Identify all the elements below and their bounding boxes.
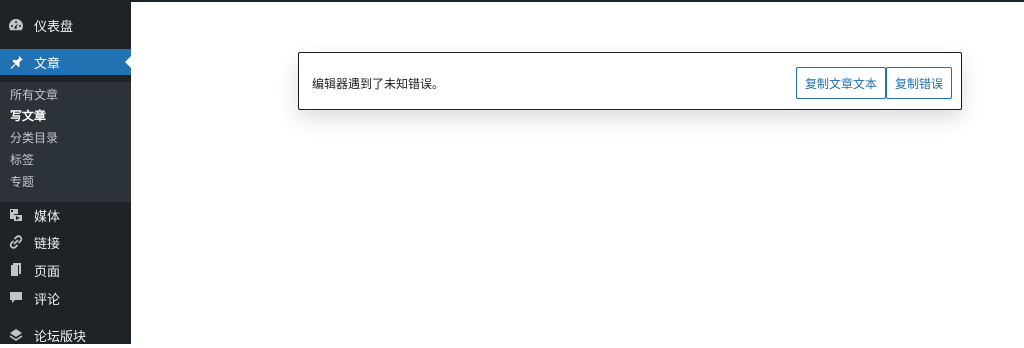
sidebar-item-label: 论坛版块 [34, 329, 87, 345]
link-icon [8, 234, 24, 250]
forum-icon [8, 327, 24, 343]
comment-icon [8, 290, 24, 306]
copy-post-text-button[interactable]: 复制文章文本 [796, 67, 887, 99]
posts-submenu: 所有文章 写文章 分类目录 标签 专题 [0, 82, 131, 202]
sidebar-item-label: 文章 [34, 56, 61, 72]
sidebar-item-links[interactable]: 链接 [0, 229, 131, 255]
top-border [0, 0, 1024, 2]
dashboard-icon [8, 17, 24, 33]
copy-error-button[interactable]: 复制错误 [886, 67, 953, 99]
admin-sidebar: 仪表盘 文章 所有文章 写文章 分类目录 标签 专题 媒体 链接 页面 评论 论… [0, 0, 131, 345]
sidebar-item-media[interactable]: 媒体 [0, 202, 131, 228]
sidebar-item-comments[interactable]: 评论 [0, 285, 131, 311]
pages-icon [8, 262, 24, 278]
submenu-item-new-post[interactable]: 写文章 [10, 108, 46, 124]
pin-icon [8, 54, 24, 70]
sidebar-item-label: 链接 [34, 236, 61, 252]
sidebar-item-posts[interactable]: 文章 [0, 49, 131, 75]
sidebar-item-label: 页面 [34, 264, 61, 280]
sidebar-item-label: 评论 [34, 292, 61, 308]
sidebar-item-forums[interactable]: 论坛版块 [0, 322, 131, 348]
submenu-item-all-posts[interactable]: 所有文章 [10, 87, 58, 103]
sidebar-item-label: 媒体 [34, 209, 61, 225]
submenu-item-tags[interactable]: 标签 [10, 152, 34, 168]
active-indicator-arrow [125, 56, 131, 68]
submenu-item-topics[interactable]: 专题 [10, 174, 34, 190]
media-icon [8, 207, 24, 223]
submenu-item-categories[interactable]: 分类目录 [10, 130, 58, 146]
sidebar-item-label: 仪表盘 [34, 19, 74, 35]
editor-error-notice: 编辑器遇到了未知错误。 复制文章文本 复制错误 [298, 52, 962, 110]
sidebar-item-dashboard[interactable]: 仪表盘 [0, 12, 131, 38]
sidebar-item-pages[interactable]: 页面 [0, 257, 131, 283]
error-message: 编辑器遇到了未知错误。 [312, 77, 445, 91]
